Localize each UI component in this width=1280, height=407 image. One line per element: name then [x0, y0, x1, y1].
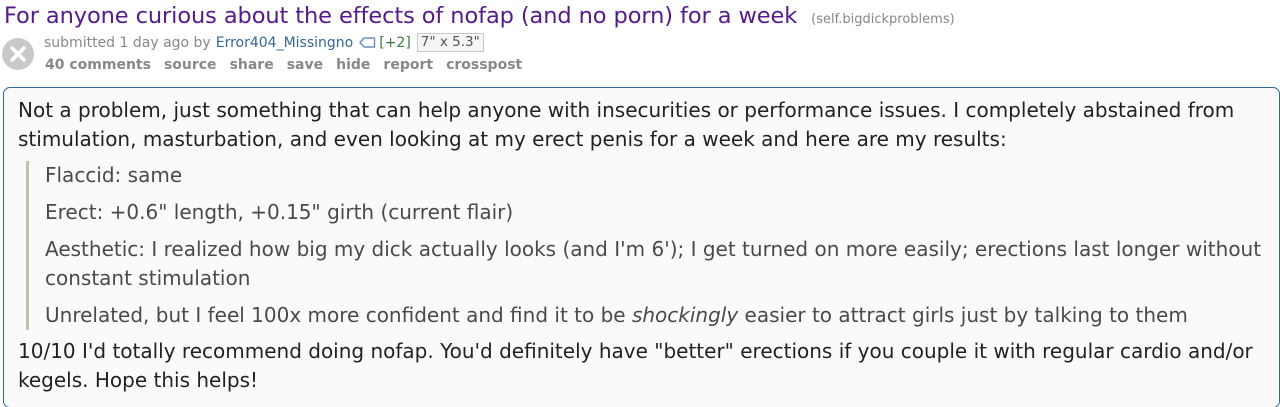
title-line: For anyone curious about the effects of …	[4, 3, 955, 29]
selftext-intro: Not a problem, just something that can h…	[18, 98, 1235, 151]
save-button[interactable]: save	[287, 57, 323, 73]
hide-button[interactable]: hide	[336, 57, 370, 73]
post-buttons: 40 comments source share save hide repor…	[45, 57, 535, 73]
author-link[interactable]: Error404_Missingno	[216, 35, 354, 51]
quote-line-aesthetic: Aesthetic: I realized how big my dick ac…	[45, 237, 1262, 290]
quote-line-erect: Erect: +0.6" length, +0.15" girth (curre…	[45, 200, 514, 224]
submitted-text: submitted 1 day ago by	[44, 34, 211, 51]
tag-icon[interactable]	[359, 37, 376, 48]
close-x-icon	[10, 46, 26, 62]
quote-line-flaccid: Flaccid: same	[45, 163, 183, 187]
results-blockquote: Flaccid: same Erect: +0.6" length, +0.15…	[26, 161, 1269, 330]
post-selftext: Not a problem, just something that can h…	[3, 87, 1280, 407]
report-button[interactable]: report	[383, 57, 433, 73]
post-container: For anyone curious about the effects of …	[0, 0, 1280, 407]
source-button[interactable]: source	[164, 57, 217, 73]
unrelated-after: easier to attract girls just by talking …	[738, 303, 1188, 327]
post-tagline: submitted 1 day ago by Error404_Missingn…	[44, 33, 484, 52]
post-domain-link[interactable]: (self.bigdickproblems)	[811, 12, 955, 27]
post-thumbnail[interactable]	[2, 38, 34, 70]
unrelated-emphasis: shockingly	[631, 303, 739, 327]
post-title-link[interactable]: For anyone curious about the effects of …	[4, 3, 797, 29]
quote-line-unrelated: Unrelated, but I feel 100x more confiden…	[45, 301, 1269, 330]
share-button[interactable]: share	[230, 57, 274, 73]
selftext-conclusion: 10/10 I'd totally recommend doing nofap.…	[18, 339, 1253, 392]
crosspost-button[interactable]: crosspost	[446, 57, 522, 73]
unrelated-before: Unrelated, but I feel 100x more confiden…	[45, 303, 632, 327]
author-karma[interactable]: [+2]	[379, 35, 411, 51]
user-flair: 7" x 5.3"	[416, 33, 484, 52]
comments-button[interactable]: 40 comments	[45, 57, 151, 73]
